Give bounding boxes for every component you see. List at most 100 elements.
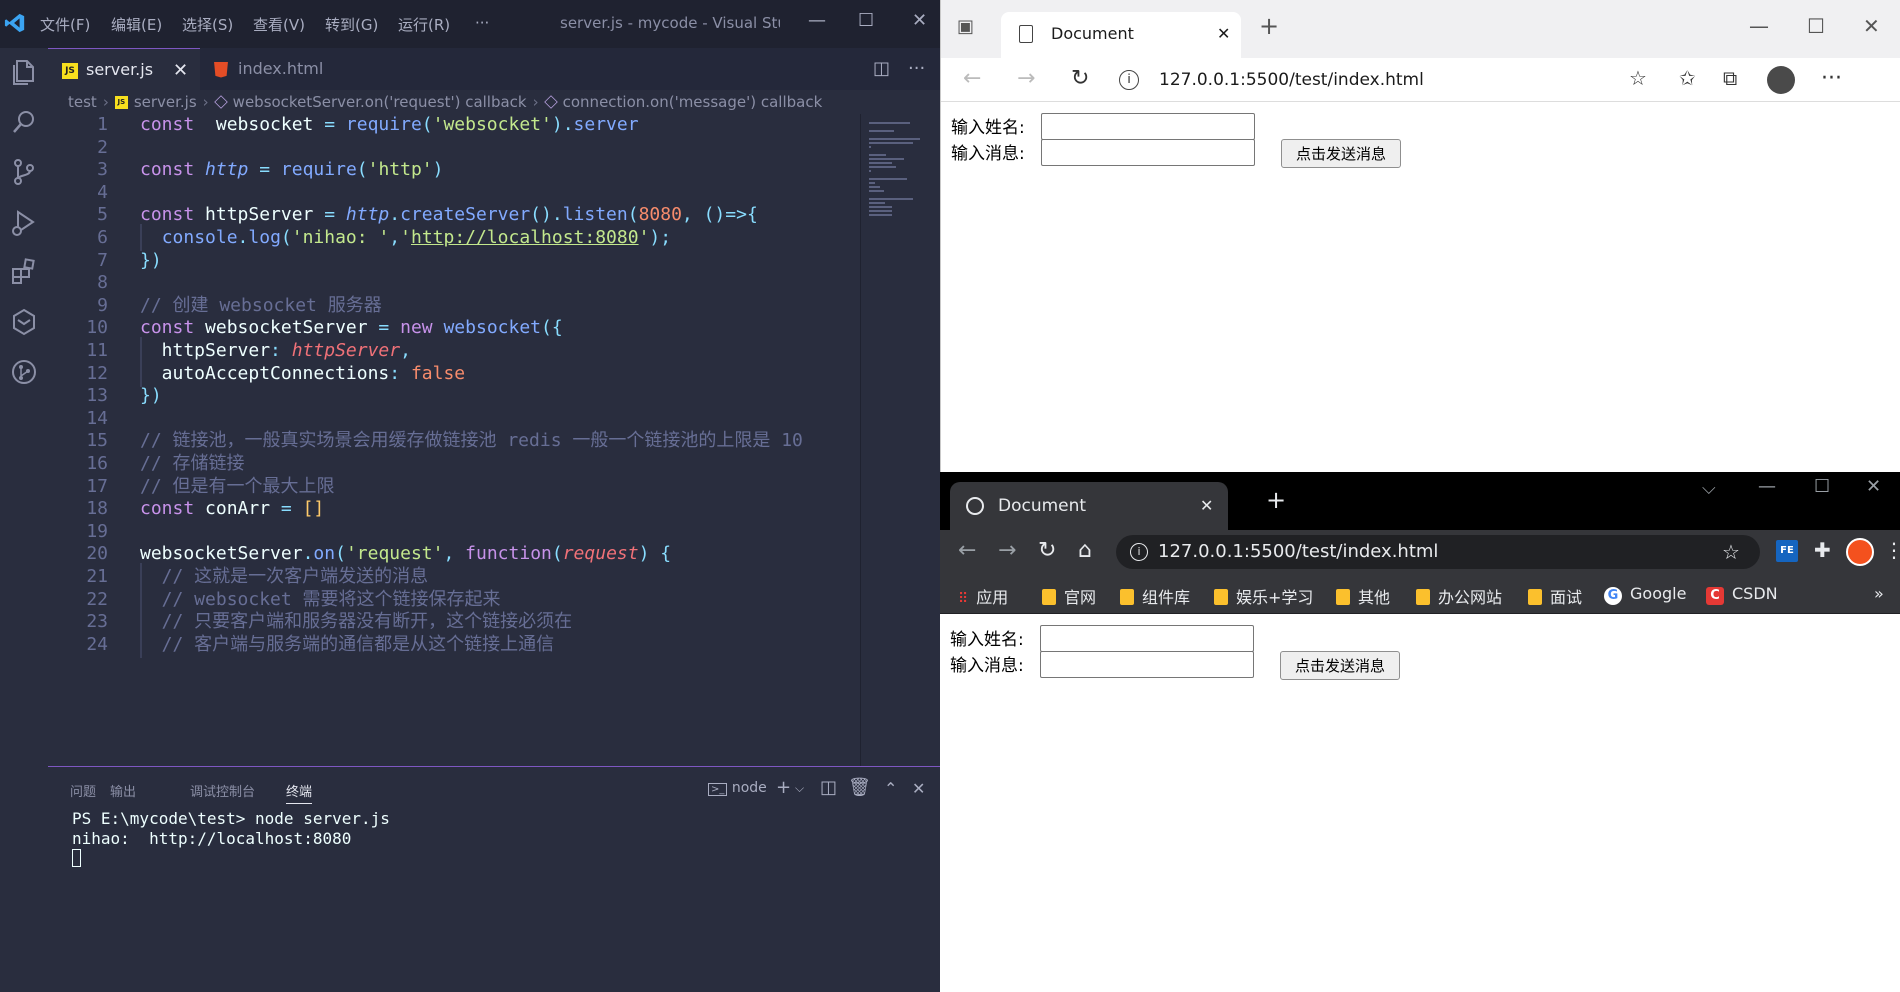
menu-more[interactable]: ···: [475, 14, 489, 32]
name-input[interactable]: [1041, 113, 1255, 140]
maximize-icon[interactable]: ☐: [1814, 476, 1830, 497]
split-editor-icon[interactable]: ◫: [873, 58, 890, 79]
code-token: (: [280, 227, 292, 248]
apps-grid-icon: ⠿: [958, 591, 969, 607]
code-token: :: [270, 340, 281, 361]
menu-view[interactable]: 查看(V): [253, 14, 305, 35]
menu-goto[interactable]: 转到(G): [325, 14, 378, 35]
trash-icon[interactable]: 🗑: [848, 777, 871, 798]
breadcrumb-symbol-2[interactable]: connection.on('message') callback: [563, 93, 823, 111]
forward-icon[interactable]: →: [998, 538, 1016, 563]
collections-icon[interactable]: ⧉: [1723, 66, 1737, 90]
info-icon[interactable]: i: [1130, 543, 1148, 561]
tab-actions-icon[interactable]: ▣: [957, 16, 974, 37]
extensions-icon[interactable]: [6, 254, 42, 290]
breadcrumb-file[interactable]: server.js: [134, 93, 197, 111]
name-input[interactable]: [1040, 625, 1254, 652]
panel-tab-terminal[interactable]: 终端: [286, 781, 313, 804]
message-input[interactable]: [1040, 651, 1254, 678]
git-graph-icon[interactable]: [6, 354, 42, 390]
minimap[interactable]: [860, 114, 940, 766]
minimize-icon[interactable]: —: [1749, 14, 1769, 38]
more-menu-icon[interactable]: ···: [1821, 66, 1842, 91]
menu-file[interactable]: 文件(F): [40, 14, 90, 35]
menu-selection[interactable]: 选择(S): [182, 14, 233, 35]
minimize-icon[interactable]: —: [1758, 476, 1776, 497]
code-editor[interactable]: 1 const websocket = require('websocket').…: [48, 114, 860, 766]
bookmark-google[interactable]: G Google: [1604, 584, 1686, 605]
back-icon[interactable]: ←: [963, 66, 981, 91]
chevron-down-icon[interactable]: ⌵: [795, 781, 804, 796]
address-bar[interactable]: i 127.0.0.1:5500/test/index.html: [1119, 64, 1809, 96]
tab-index-html[interactable]: index.html: [200, 48, 348, 90]
minimize-icon[interactable]: —: [808, 10, 826, 31]
panel-tab-debug-console[interactable]: 调试控制台: [190, 781, 255, 800]
maximize-icon[interactable]: ☐: [1807, 14, 1825, 38]
omnibox[interactable]: i 127.0.0.1:5500/test/index.html ☆: [1116, 535, 1760, 569]
favorites-icon[interactable]: ✩: [1679, 66, 1696, 90]
code-token: server: [573, 114, 639, 135]
close-tab-icon[interactable]: ✕: [173, 50, 188, 92]
code-token: (: [356, 159, 368, 181]
search-icon[interactable]: [6, 104, 42, 140]
bookmark-label: 娱乐+学习: [1236, 588, 1314, 607]
more-actions-icon[interactable]: ···: [908, 58, 925, 79]
back-icon[interactable]: ←: [958, 538, 976, 563]
close-tab-icon[interactable]: ✕: [1200, 482, 1213, 530]
fe-extension-icon[interactable]: FE: [1776, 540, 1798, 562]
tab-search-icon[interactable]: ⌵: [1702, 478, 1716, 499]
panel-tab-problems[interactable]: 问题: [70, 781, 96, 800]
more-menu-icon[interactable]: ⋮: [1884, 538, 1900, 562]
bookmark-apps[interactable]: ⠿ 应用: [958, 584, 1008, 608]
terminal-selector[interactable]: >_ node: [708, 780, 767, 796]
breadcrumb-folder[interactable]: test: [68, 93, 97, 111]
bookmark-folder-4[interactable]: 其他: [1336, 584, 1390, 608]
code-token: ,: [443, 543, 466, 565]
refresh-icon[interactable]: ↻: [1038, 538, 1056, 563]
profile-avatar[interactable]: [1767, 66, 1795, 94]
send-message-button[interactable]: 点击发送消息: [1280, 651, 1400, 680]
new-tab-button[interactable]: +: [1266, 486, 1286, 514]
close-tab-icon[interactable]: ✕: [1217, 12, 1230, 56]
breadcrumb-symbol-1[interactable]: websocketServer.on('request') callback: [233, 93, 527, 111]
bookmark-folder-3[interactable]: 娱乐+学习: [1214, 584, 1313, 608]
panel-tab-output[interactable]: 输出: [110, 781, 136, 800]
send-message-button[interactable]: 点击发送消息: [1281, 139, 1401, 168]
code-line[interactable]: 24 // 客户端与服务端的通信都是从这个链接上通信: [48, 630, 860, 658]
split-terminal-icon[interactable]: ◫: [820, 777, 837, 798]
menu-run[interactable]: 运行(R): [398, 14, 450, 35]
chrome-tab-document[interactable]: Document ✕: [950, 482, 1228, 530]
maximize-icon[interactable]: ☐: [858, 10, 874, 31]
bookmark-folder-2[interactable]: 组件库: [1120, 584, 1190, 608]
close-window-icon[interactable]: ✕: [1863, 14, 1880, 38]
new-terminal-icon[interactable]: +: [776, 777, 791, 798]
bookmark-folder-6[interactable]: 面试: [1528, 584, 1582, 608]
close-window-icon[interactable]: ✕: [1866, 476, 1881, 497]
explorer-icon[interactable]: [6, 54, 42, 90]
close-window-icon[interactable]: ✕: [912, 10, 927, 31]
bookmark-csdn[interactable]: C CSDN: [1706, 584, 1778, 605]
tab-server-js[interactable]: JS server.js ✕: [48, 48, 200, 90]
maximize-panel-icon[interactable]: ⌃: [884, 779, 897, 798]
extensions-puzzle-icon[interactable]: ✚: [1814, 538, 1831, 562]
terminal-output[interactable]: PS E:\mycode\test> node server.js nihao: …: [72, 809, 390, 869]
add-favorite-icon[interactable]: ☆: [1629, 66, 1647, 90]
bookmark-star-icon[interactable]: ☆: [1722, 535, 1740, 569]
source-control-icon[interactable]: [6, 154, 42, 190]
home-icon[interactable]: ⌂: [1078, 538, 1092, 563]
refresh-icon[interactable]: ↻: [1071, 66, 1089, 91]
profile-avatar[interactable]: [1846, 538, 1874, 566]
menu-edit[interactable]: 编辑(E): [111, 14, 162, 35]
message-input[interactable]: [1041, 139, 1255, 166]
info-icon[interactable]: i: [1119, 70, 1139, 90]
more-bookmarks-icon[interactable]: »: [1874, 584, 1884, 603]
run-debug-icon[interactable]: [6, 204, 42, 240]
new-tab-button[interactable]: +: [1259, 12, 1279, 40]
close-panel-icon[interactable]: ✕: [912, 779, 925, 798]
remote-explorer-icon[interactable]: [6, 304, 42, 340]
forward-icon[interactable]: →: [1017, 66, 1035, 91]
folder-icon: [1416, 589, 1430, 605]
bookmark-folder-5[interactable]: 办公网站: [1416, 584, 1502, 608]
edge-tab-document[interactable]: Document ✕: [1001, 12, 1241, 58]
bookmark-folder-1[interactable]: 官网: [1042, 584, 1096, 608]
